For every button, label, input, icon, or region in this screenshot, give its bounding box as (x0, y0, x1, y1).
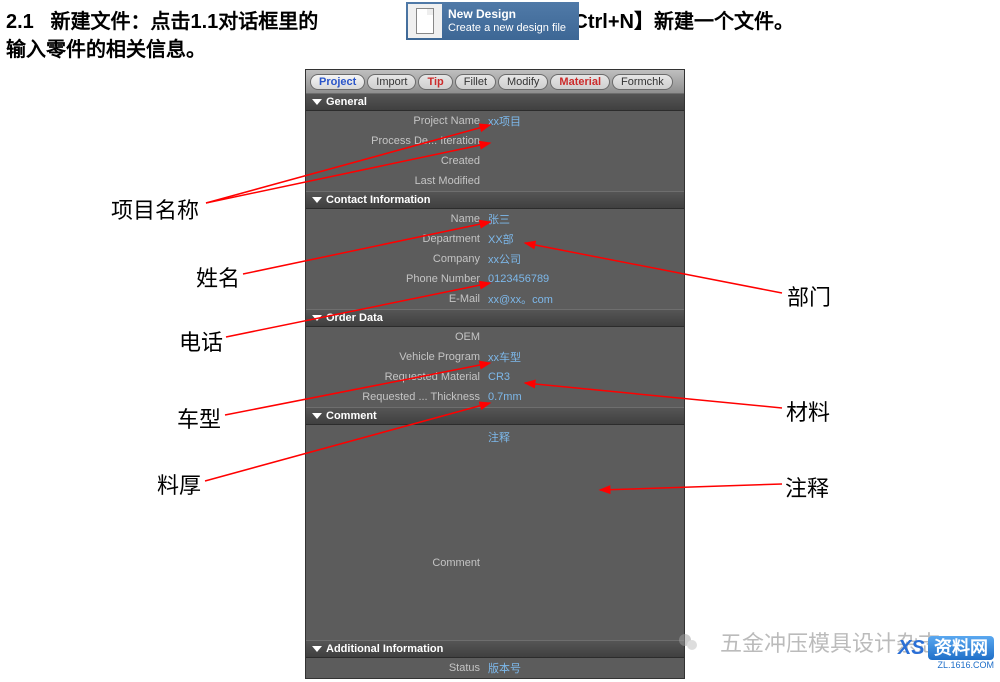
logo-url: ZL.1616.COM (937, 660, 994, 670)
new-design-title: New Design (448, 7, 566, 21)
annotation-phone: 电话 (179, 325, 223, 357)
section-header-comment[interactable]: Comment (306, 407, 684, 425)
annotation-department: 部门 (787, 280, 831, 312)
chevron-down-icon (312, 99, 322, 105)
label-status: Status (306, 662, 486, 674)
tab-tip[interactable]: Tip (418, 74, 452, 90)
section-title-general: General (326, 96, 367, 108)
row-department: Department XX部 (306, 229, 684, 249)
properties-panel: Project Import Tip Fillet Modify Materia… (305, 69, 685, 679)
annotation-thickness: 料厚 (157, 468, 201, 500)
section-header-order[interactable]: Order Data (306, 309, 684, 327)
chevron-down-icon (312, 413, 322, 419)
annotation-vehicle: 车型 (177, 402, 221, 434)
row-comment: Comment 注释 (306, 425, 684, 575)
row-company: Company xx公司 (306, 249, 684, 269)
row-name: Name 张三 (306, 209, 684, 229)
tab-import[interactable]: Import (367, 74, 416, 90)
row-vehicle-program: Vehicle Program xx车型 (306, 347, 684, 367)
value-vehicle-program[interactable]: xx车型 (486, 349, 684, 365)
label-last-modified: Last Modified (306, 175, 486, 187)
label-vehicle-program: Vehicle Program (306, 351, 486, 363)
instruction-text: 2.1 新建文件：点击1.1对话框里的 or【Ctrl+N】新建一个文件。 输入… (6, 8, 794, 64)
section-title-additional: Additional Information (326, 643, 443, 655)
label-oem: OEM (306, 331, 486, 343)
section-title-comment: Comment (326, 410, 377, 422)
value-name[interactable]: 张三 (486, 211, 684, 227)
label-project-name: Project Name (306, 115, 486, 127)
tab-bar: Project Import Tip Fillet Modify Materia… (306, 70, 684, 93)
label-email: E-Mail (306, 293, 486, 305)
tab-material[interactable]: Material (550, 74, 610, 90)
label-company: Company (306, 253, 486, 265)
chevron-down-icon (312, 315, 322, 321)
section-title-contact: Contact Information (326, 194, 431, 206)
label-created: Created (306, 155, 486, 167)
section-header-additional[interactable]: Additional Information (306, 640, 684, 658)
annotation-name: 姓名 (196, 261, 240, 293)
row-last-modified: Last Modified (306, 171, 684, 191)
instruction-line2: 输入零件的相关信息。 (6, 39, 206, 61)
label-comment: Comment (306, 425, 486, 575)
label-phone: Phone Number (306, 273, 486, 285)
value-status[interactable]: 版本号 (486, 660, 684, 676)
annotation-project-name: 项目名称 (111, 193, 199, 225)
new-file-icon (408, 4, 442, 38)
value-department[interactable]: XX部 (486, 231, 684, 247)
row-email: E-Mail xx@xx。com (306, 289, 684, 309)
annotation-comment: 注释 (785, 471, 829, 503)
label-department: Department (306, 233, 486, 245)
row-requested-thickness: Requested ... Thickness 0.7mm (306, 387, 684, 407)
instruction-line1a: 新建文件：点击1.1对话框里的 (50, 11, 318, 33)
row-status: Status 版本号 (306, 658, 684, 678)
tab-project[interactable]: Project (310, 74, 365, 90)
row-created: Created (306, 151, 684, 171)
wechat-icon (676, 630, 700, 654)
section-header-general[interactable]: General (306, 93, 684, 111)
value-requested-material[interactable]: CR3 (486, 371, 684, 383)
row-process-iteration: Process De... Iteration (306, 131, 684, 151)
chevron-down-icon (312, 646, 322, 652)
logo-prefix: XS (898, 637, 925, 659)
label-requested-material: Requested Material (306, 371, 486, 383)
label-process-iteration: Process De... Iteration (306, 135, 486, 147)
row-oem: OEM (306, 327, 684, 347)
tab-fillet[interactable]: Fillet (455, 74, 496, 90)
tab-formchk[interactable]: Formchk (612, 74, 673, 90)
value-company[interactable]: xx公司 (486, 251, 684, 267)
row-project-name: Project Name xx项目 (306, 111, 684, 131)
new-design-button[interactable]: New Design Create a new design file (406, 2, 579, 40)
section-title-order: Order Data (326, 312, 383, 324)
row-phone: Phone Number 0123456789 (306, 269, 684, 289)
value-requested-thickness[interactable]: 0.7mm (486, 391, 684, 403)
value-project-name[interactable]: xx项目 (486, 113, 684, 129)
new-design-subtitle: Create a new design file (448, 22, 566, 35)
section-header-contact[interactable]: Contact Information (306, 191, 684, 209)
label-requested-thickness: Requested ... Thickness (306, 391, 486, 403)
logo-brand: 资料网 (928, 636, 994, 660)
section-number: 2.1 (6, 11, 34, 33)
value-phone[interactable]: 0123456789 (486, 273, 684, 285)
annotation-material: 材料 (786, 395, 830, 427)
row-requested-material: Requested Material CR3 (306, 367, 684, 387)
tab-modify[interactable]: Modify (498, 74, 548, 90)
value-email[interactable]: xx@xx。com (486, 291, 684, 307)
label-name: Name (306, 213, 486, 225)
value-comment[interactable]: 注释 (486, 425, 684, 575)
logo-badge: XS 资料网 ZL.1616.COM (898, 634, 994, 670)
chevron-down-icon (312, 197, 322, 203)
